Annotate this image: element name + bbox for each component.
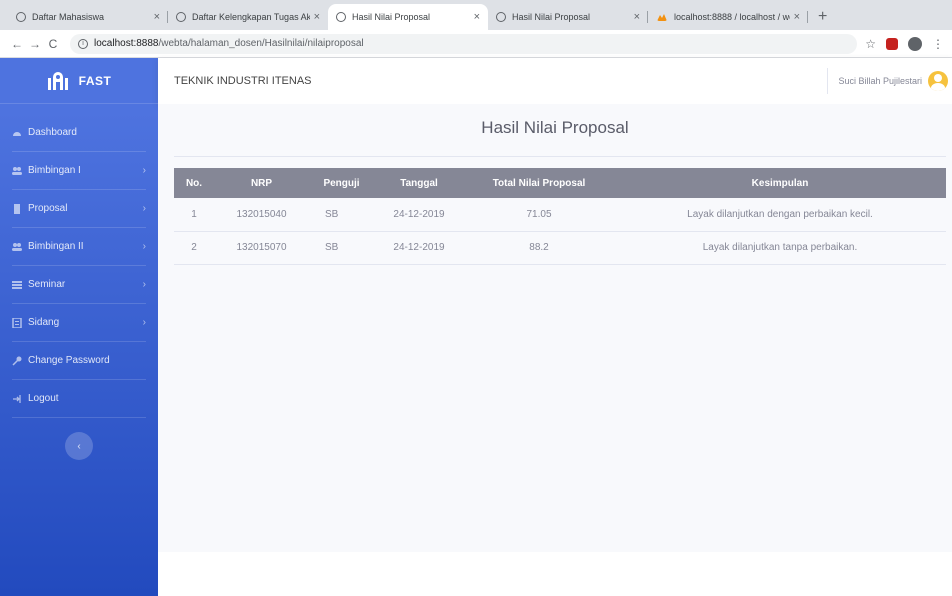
url-input[interactable]: i localhost:8888/webta/halaman_dosen/Has… — [70, 33, 858, 54]
sidebar: FAST Dashboard Bimbingan I › Proposal › … — [0, 58, 158, 596]
sign-out-icon — [13, 394, 21, 403]
close-tab-icon[interactable]: × — [794, 11, 800, 23]
cell-kesimpulan: Layak dilanjutkan dengan perbaikan kecil… — [614, 198, 946, 232]
sidebar-item-change-password[interactable]: Change Password — [12, 342, 146, 380]
users-icon — [12, 242, 22, 251]
table-row: 1 132015040 SB 24-12-2019 71.05 Layak di… — [174, 198, 946, 232]
column-header-kesimpulan: Kesimpulan — [614, 168, 946, 198]
avatar[interactable] — [928, 71, 948, 91]
column-header-penguji: Penguji — [309, 168, 374, 198]
sidebar-item-proposal[interactable]: Proposal › — [12, 190, 146, 228]
brand-logo-icon — [47, 71, 68, 90]
browser-tab[interactable]: Hasil Nilai Proposal × — [488, 4, 648, 30]
cell-tanggal: 24-12-2019 — [374, 231, 464, 265]
users-icon — [12, 166, 22, 175]
cell-no: 1 — [174, 198, 214, 232]
list-icon — [12, 317, 22, 328]
close-tab-icon[interactable]: × — [154, 11, 160, 23]
globe-icon — [496, 12, 506, 22]
cell-penguji: SB — [309, 198, 374, 232]
close-tab-icon[interactable]: × — [634, 11, 640, 23]
cell-total-nilai: 88.2 — [464, 231, 614, 265]
globe-icon — [16, 12, 26, 22]
sidebar-item-dashboard[interactable]: Dashboard — [12, 114, 146, 152]
phpmyadmin-icon — [657, 14, 667, 21]
tab-title: Daftar Mahasiswa — [32, 12, 105, 22]
url-host: localhost:8888 — [94, 38, 159, 49]
column-header-total-nilai: Total Nilai Proposal — [464, 168, 614, 198]
sidebar-item-bimbingan-2[interactable]: Bimbingan II › — [12, 228, 146, 266]
sidebar-brand[interactable]: FAST — [0, 58, 158, 104]
cell-nrp: 132015070 — [214, 231, 309, 265]
sidebar-item-sidang[interactable]: Sidang › — [12, 304, 146, 342]
cell-penguji: SB — [309, 231, 374, 265]
chevron-right-icon: › — [142, 165, 146, 176]
extension-icon[interactable] — [886, 37, 898, 50]
column-header-nrp: NRP — [214, 168, 309, 198]
sidebar-item-label: Dashboard — [28, 127, 77, 138]
table-header-row: No. NRP Penguji Tanggal Total Nilai Prop… — [174, 168, 946, 198]
profile-icon[interactable] — [908, 36, 922, 51]
institution-name: TEKNIK INDUSTRI ITENAS — [174, 75, 312, 87]
cell-nrp: 132015040 — [214, 198, 309, 232]
dashboard-icon — [13, 131, 21, 136]
chevron-right-icon: › — [142, 203, 146, 214]
info-icon[interactable]: i — [78, 38, 88, 49]
sidebar-item-label: Proposal — [28, 203, 68, 214]
cell-total-nilai: 71.05 — [464, 198, 614, 232]
browser-tab-bar: Daftar Mahasiswa × Daftar Kelengkapan Tu… — [0, 0, 952, 30]
new-tab-button[interactable]: + — [818, 4, 827, 30]
divider — [174, 156, 946, 157]
tab-title: localhost:8888 / localhost / we — [674, 12, 790, 22]
address-bar: ← → C i localhost:8888/webta/halaman_dos… — [0, 30, 952, 58]
tab-title: Hasil Nilai Proposal — [512, 12, 591, 22]
chevron-left-icon: ‹ — [77, 440, 81, 452]
topbar: TEKNIK INDUSTRI ITENAS Suci Billah Pujil… — [158, 58, 952, 104]
sidebar-item-bimbingan-1[interactable]: Bimbingan I › — [12, 152, 146, 190]
file-icon — [14, 203, 20, 214]
back-icon[interactable]: ← — [8, 37, 26, 51]
topbar-divider — [827, 68, 829, 94]
browser-tab-active[interactable]: Hasil Nilai Proposal × — [328, 4, 488, 30]
sidebar-toggle-button[interactable]: ‹ — [65, 432, 93, 460]
browser-tab[interactable]: Daftar Mahasiswa × — [8, 4, 168, 30]
sidebar-item-label: Seminar — [28, 279, 66, 290]
sidebar-item-label: Sidang — [28, 317, 60, 328]
sidebar-item-label: Bimbingan II — [28, 241, 84, 252]
chevron-right-icon: › — [142, 279, 146, 290]
column-header-no: No. — [174, 168, 214, 198]
tab-title: Daftar Kelengkapan Tugas Akh — [192, 12, 310, 22]
sidebar-item-label: Logout — [28, 393, 59, 404]
page-title: Hasil Nilai Proposal — [481, 118, 629, 137]
browser-tab[interactable]: Daftar Kelengkapan Tugas Akh × — [168, 4, 328, 30]
list-icon — [12, 280, 22, 289]
sidebar-item-label: Change Password — [28, 355, 110, 366]
column-header-tanggal: Tanggal — [374, 168, 464, 198]
browser-tab[interactable]: localhost:8888 / localhost / we × — [648, 4, 808, 30]
globe-icon — [336, 12, 346, 22]
chevron-right-icon: › — [142, 317, 146, 328]
cell-kesimpulan: Layak dilanjutkan tanpa perbaikan. — [614, 231, 946, 265]
sidebar-item-seminar[interactable]: Seminar › — [12, 266, 146, 304]
menu-icon[interactable]: ⋮ — [932, 37, 944, 51]
cell-no: 2 — [174, 231, 214, 265]
url-path: /webta/halaman_dosen/Hasilnilai/nilaipro… — [158, 38, 364, 49]
sidebar-item-label: Bimbingan I — [28, 165, 81, 176]
chevron-right-icon: › — [142, 241, 146, 252]
table-row: 2 132015070 SB 24-12-2019 88.2 Layak dil… — [174, 231, 946, 265]
reload-icon[interactable]: C — [44, 37, 62, 51]
brand-name: FAST — [78, 73, 112, 88]
user-name[interactable]: Suci Billah Pujilestari — [838, 76, 922, 86]
key-icon — [12, 356, 22, 366]
results-table: No. NRP Penguji Tanggal Total Nilai Prop… — [174, 168, 946, 265]
forward-icon[interactable]: → — [26, 37, 44, 51]
sidebar-item-logout[interactable]: Logout — [12, 380, 146, 418]
star-icon[interactable]: ☆ — [865, 37, 876, 51]
close-tab-icon[interactable]: × — [314, 11, 320, 23]
globe-icon — [176, 12, 186, 22]
cell-tanggal: 24-12-2019 — [374, 198, 464, 232]
tab-title: Hasil Nilai Proposal — [352, 12, 431, 22]
close-tab-icon[interactable]: × — [474, 11, 480, 23]
